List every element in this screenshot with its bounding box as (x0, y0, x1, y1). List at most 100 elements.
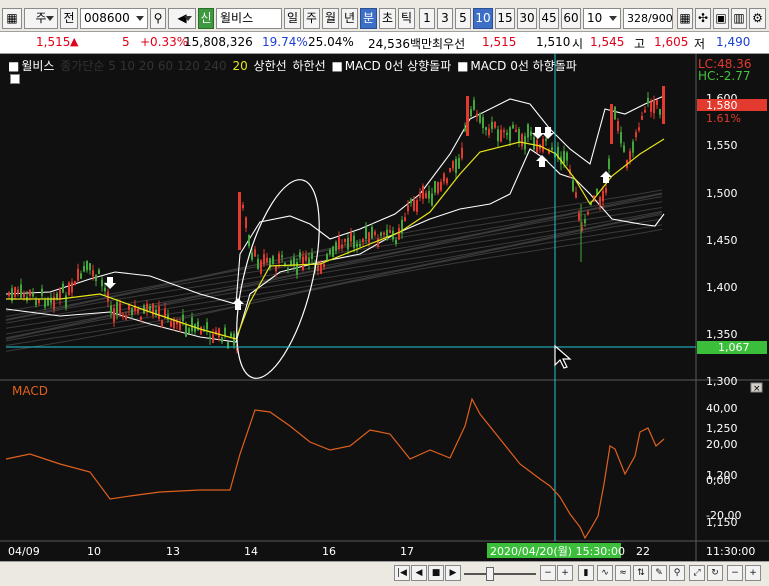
candle-body (545, 138, 547, 141)
candle-body (98, 269, 100, 275)
zoom-slider-handle[interactable] (486, 567, 494, 581)
compare-icon[interactable]: ⇅ (633, 565, 649, 581)
legend-lower-band[interactable]: 하한선 (293, 59, 326, 73)
candle-body (335, 242, 337, 252)
down-arrow-icon (104, 277, 116, 289)
candle-body (422, 185, 424, 199)
candle-body (212, 334, 214, 343)
candle-body (275, 266, 277, 272)
candle-body (458, 158, 460, 169)
drawing-icon[interactable]: ✎ (651, 565, 667, 581)
legend-square-icon: ■ (8, 59, 20, 73)
candle-body (614, 106, 616, 120)
legend-macd-down[interactable]: MACD 0선 하향돌파 (470, 59, 576, 73)
interval-button-3[interactable]: 3 (437, 8, 453, 29)
candle-body (602, 191, 604, 202)
interval-button-45[interactable]: 45 (539, 8, 559, 29)
prev-button[interactable]: 전 (60, 8, 78, 29)
candle-body (383, 232, 385, 235)
interval-button-30[interactable]: 30 (517, 8, 537, 29)
zoom-out-icon[interactable]: − (540, 565, 556, 581)
quote-bar: 1,515 ▲ 5 +0.33% 15,808,326 19.74% 25.04… (0, 32, 769, 54)
fit-icon[interactable]: ⤢ (689, 565, 705, 581)
minus-icon[interactable]: − (727, 565, 743, 581)
chart-area[interactable]: 1,600 1,550 1,500 1,450 1,400 1,350 1,30… (0, 54, 769, 561)
legend-stock-name[interactable]: 윌비스 (21, 59, 54, 73)
market-select[interactable]: 주 (24, 8, 58, 29)
interval-select[interactable]: 10 (583, 8, 621, 29)
candle-body (71, 282, 73, 293)
crosshair-icon[interactable]: ✣ (695, 8, 711, 29)
candle-body (20, 284, 22, 298)
legend-square-icon: ■ (457, 59, 469, 73)
interval-button-10[interactable]: 10 (473, 8, 493, 29)
candle-body (65, 295, 67, 308)
candle-body (251, 252, 253, 260)
magnifier-icon[interactable]: ⚲ (150, 8, 166, 29)
candle-body (296, 261, 298, 275)
period-second-button[interactable]: 초 (379, 8, 396, 29)
current-price: 1,515 (36, 35, 71, 49)
candle-body (464, 127, 466, 131)
candle-body (434, 180, 436, 193)
indicator-icon[interactable]: ∿ (597, 565, 613, 581)
plus-icon[interactable]: + (745, 565, 761, 581)
candle-body (238, 192, 241, 250)
candle-body (224, 327, 226, 336)
interval-button-15[interactable]: 15 (495, 8, 515, 29)
candle-body (347, 237, 349, 250)
sidebar-icon[interactable]: ▥ (731, 8, 747, 29)
speaker-icon[interactable]: ◀ (168, 8, 196, 29)
chart-canvas[interactable]: 1,600 1,550 1,500 1,450 1,400 1,350 1,30… (0, 54, 769, 561)
candle-body (104, 287, 106, 292)
period-minute-button[interactable]: 분 (360, 8, 377, 29)
grid-icon[interactable]: ▦ (2, 8, 22, 29)
candle-body (131, 308, 133, 316)
open-label: 시 (572, 37, 584, 51)
candle-body (479, 113, 481, 123)
moving-average-line (5, 210, 663, 335)
code-input[interactable]: 008600 (80, 8, 148, 29)
legend-envelope-period[interactable]: 20 (232, 59, 247, 73)
zoom-slider-track[interactable] (464, 573, 536, 575)
stock-name-field[interactable]: 윌비스 (216, 8, 282, 29)
zoom-in-icon[interactable]: + (557, 565, 573, 581)
refresh-icon[interactable]: ↻ (707, 565, 723, 581)
period-month-button[interactable]: 월 (322, 8, 339, 29)
envelope-bands (5, 95, 665, 343)
interval-button-5[interactable]: 5 (455, 8, 471, 29)
stop-icon[interactable]: ■ (428, 565, 444, 581)
candle-body (299, 252, 301, 259)
save-icon[interactable]: ▣ (713, 8, 729, 29)
candle-body (362, 238, 364, 243)
gear-icon[interactable]: ⚙ (749, 8, 766, 29)
overlay-icon[interactable]: ≈ (615, 565, 631, 581)
period-week-button[interactable]: 주 (303, 8, 320, 29)
scroll-prev-icon[interactable]: ◀ (411, 565, 427, 581)
legend-macd-up[interactable]: MACD 0선 상향돌파 (345, 59, 451, 73)
price-tick: 1,450 (706, 234, 738, 247)
low-price: 1,490 (716, 35, 751, 49)
time-label: 13 (166, 545, 180, 558)
panel-grid-icon[interactable] (10, 74, 20, 84)
count-display[interactable]: 328/900 (623, 8, 673, 29)
interval-button-60[interactable]: 60 (561, 8, 581, 29)
candle-body (101, 279, 103, 287)
interval-button-1[interactable]: 1 (419, 8, 435, 29)
legend-upper-band[interactable]: 상한선 (254, 59, 287, 73)
candle-body (371, 226, 373, 239)
magnifier-icon[interactable]: ⚲ (669, 565, 685, 581)
period-year-button[interactable]: 년 (341, 8, 358, 29)
chart-grid-icon[interactable]: ▦ (677, 8, 693, 29)
legend-ma-periods[interactable]: 종가단순 5 10 20 60 120 240 (60, 59, 226, 73)
period-day-button[interactable]: 일 (284, 8, 301, 29)
candle-body (158, 306, 160, 319)
toolbar: ▦ 주 전 008600 ⚲ ◀ 신 윌비스 일 주 월 년 분 초 틱 1 3… (0, 0, 769, 32)
period-tick-button[interactable]: 틱 (398, 8, 415, 29)
scroll-first-icon[interactable]: |◀ (394, 565, 410, 581)
chart-type-icon[interactable]: ▮ (578, 565, 594, 581)
scroll-next-icon[interactable]: ▶ (445, 565, 461, 581)
candle-body (476, 113, 478, 117)
candle-body (260, 260, 262, 274)
candle-body (359, 243, 361, 247)
